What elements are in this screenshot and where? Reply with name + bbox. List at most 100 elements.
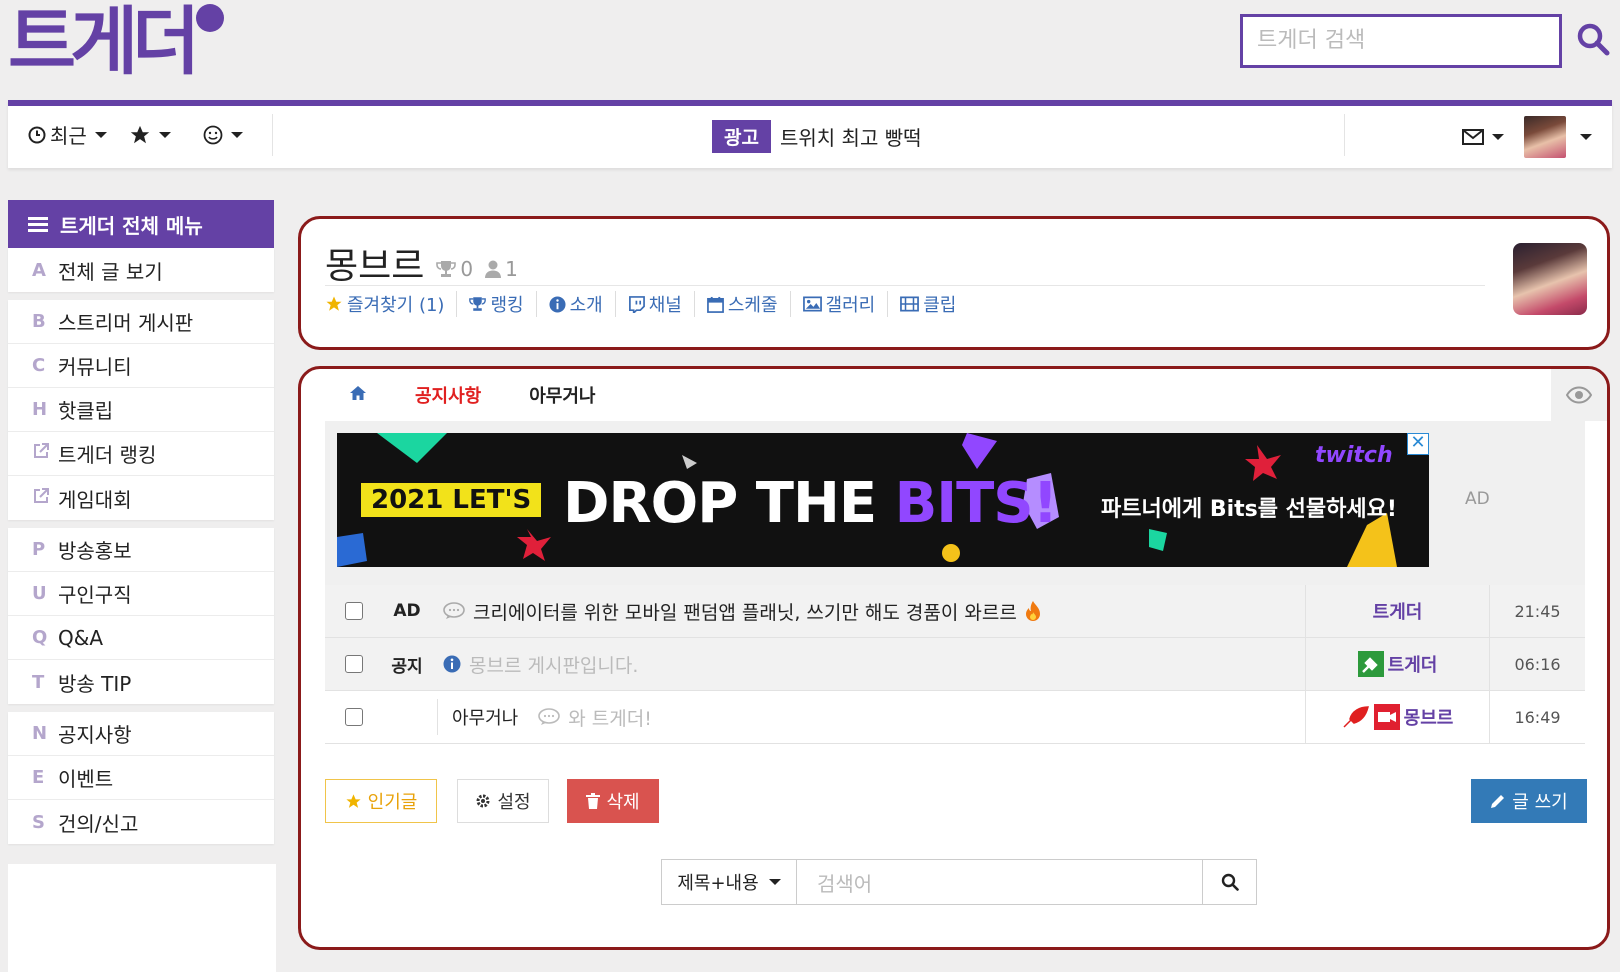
table-row[interactable]: 아무거나 와 트게더! 몽브르 16:49 [325, 691, 1585, 744]
ad-link[interactable]: 트위치 최고 빵떡 [780, 122, 922, 151]
board-menu-about[interactable]: 소개 [537, 291, 616, 317]
clock-icon [28, 126, 46, 143]
video-camera-icon [1373, 704, 1400, 730]
sidebar-item-tips[interactable]: T 방송 TIP [8, 660, 274, 704]
row-checkbox[interactable] [345, 708, 363, 726]
image-icon [802, 296, 822, 312]
twitch-logo: twitch [1315, 443, 1393, 468]
board-trophy-count: 0 [436, 257, 473, 281]
row-checkbox[interactable] [345, 602, 363, 620]
row-checkbox[interactable] [345, 655, 363, 673]
table-row[interactable]: 공지 몽브르 게시판입니다. 트게더 06:16 [325, 638, 1585, 691]
board-header-panel: 몽브르 0 1 즐겨찾기 (1) 랭킹 소개 채널 스케줄 갤러리 클립 [298, 216, 1610, 350]
board-search-button[interactable] [1203, 859, 1257, 905]
emoji-dropdown[interactable] [203, 125, 243, 145]
favorites-dropdown[interactable] [129, 124, 171, 146]
sidebar-item-promotion[interactable]: P 방송홍보 [8, 528, 274, 572]
post-author[interactable]: 트게더 [1305, 585, 1489, 637]
banner-year: 2021 LET'S [361, 483, 542, 517]
calendar-icon [706, 296, 724, 313]
sidebar-item-hot-clips[interactable]: H 핫클립 [8, 388, 274, 432]
tab-notices[interactable]: 공지사항 [391, 382, 505, 408]
view-toggle-button[interactable] [1551, 369, 1607, 421]
table-row[interactable]: AD 크리에이터를 위한 모바일 팬덤앱 플래닛, 쓰기만 해도 경품이 와르르… [325, 585, 1585, 638]
post-author[interactable]: 몽브르 [1305, 691, 1489, 743]
home-icon [350, 385, 366, 400]
board-menu-gallery[interactable]: 갤러리 [791, 291, 889, 317]
site-search-input[interactable]: 트게더 검색 [1240, 14, 1562, 68]
mail-dropdown[interactable] [1462, 129, 1504, 145]
board-menu-channel[interactable]: 채널 [616, 291, 695, 317]
post-author[interactable]: 트게더 [1305, 638, 1489, 690]
sidebar-item-report[interactable]: S 건의/신고 [8, 800, 274, 844]
recent-label: 최근 [50, 124, 87, 148]
site-logo[interactable]: 트게더 [8, 4, 224, 80]
ad-close-button[interactable]: ✕ [1407, 433, 1429, 455]
post-title: 크리에이터를 위한 모바일 팬덤앱 플래닛, 쓰기만 해도 경품이 와르르 [473, 601, 1017, 624]
sidebar: 트게더 전체 메뉴 A 전체 글 보기 B 스트리머 게시판 C 커뮤니티 H 핫클립 … [8, 200, 274, 852]
post-category: 아무거나 [452, 708, 519, 729]
ad-banner[interactable]: 2021 LET'S DROP THE BITS! 파트너에게 Bits를 선물… [337, 433, 1429, 567]
sidebar-item-tournament[interactable]: 게임대회 [8, 476, 274, 520]
trophy-icon [436, 261, 457, 277]
logo-dot [196, 4, 224, 32]
post-type: AD [393, 601, 421, 621]
board-menu: 즐겨찾기 (1) 랭킹 소개 채널 스케줄 갤러리 클립 [325, 291, 968, 317]
sidebar-item-qna[interactable]: Q Q&A [8, 616, 274, 660]
board-search-input[interactable]: 검색어 [797, 859, 1203, 905]
user-avatar [1524, 116, 1566, 158]
board-divider [325, 285, 1485, 286]
chevron-down-icon [230, 131, 243, 138]
delete-button[interactable]: 삭제 [567, 779, 659, 823]
search-icon[interactable] [1576, 22, 1610, 56]
sidebar-item-notices[interactable]: N 공지사항 [8, 712, 274, 756]
search-scope-select[interactable]: 제목+내용 [661, 859, 797, 905]
twitch-icon [628, 295, 645, 313]
sidebar-item-community[interactable]: C 커뮤니티 [8, 344, 274, 388]
recent-dropdown[interactable]: 최근 [28, 120, 107, 149]
chevron-down-icon [1580, 134, 1592, 140]
sidebar-item-all-posts[interactable]: A 전체 글 보기 [8, 248, 274, 292]
mail-icon [1462, 129, 1484, 145]
trash-icon [586, 793, 601, 809]
board-menu-favorites[interactable]: 즐겨찾기 (1) [325, 291, 458, 317]
nav-divider [1344, 114, 1345, 156]
gear-icon [476, 794, 490, 808]
chevron-down-icon [768, 879, 781, 885]
sidebar-header[interactable]: 트게더 전체 메뉴 [8, 200, 274, 248]
smile-icon [203, 125, 223, 144]
sidebar-group: N 공지사항 E 이벤트 S 건의/신고 [8, 712, 274, 844]
board-menu-clips[interactable]: 클립 [888, 291, 968, 317]
trophy-icon [469, 297, 487, 311]
write-post-button[interactable]: 글 쓰기 [1471, 779, 1587, 823]
broom-icon [1357, 651, 1384, 677]
post-time: 21:45 [1489, 585, 1585, 637]
sidebar-item-streamer-board[interactable]: B 스트리머 게시판 [8, 300, 274, 344]
external-link-icon [34, 443, 49, 458]
post-type: 공지 [391, 656, 423, 677]
chevron-down-icon [158, 131, 171, 138]
tab-home[interactable] [325, 385, 391, 406]
menu-icon [28, 217, 48, 232]
sidebar-item-ranking[interactable]: 트게더 랭킹 [8, 432, 274, 476]
film-icon [900, 296, 920, 312]
info-icon [443, 655, 461, 673]
board-menu-ranking[interactable]: 랭킹 [457, 291, 537, 317]
profile-dropdown[interactable] [1524, 116, 1592, 158]
chevron-down-icon [1492, 134, 1504, 140]
pencil-icon [1491, 795, 1505, 808]
board-search: 제목+내용 검색어 [661, 859, 1257, 905]
top-navbar: 최근 광고 트위치 최고 빵떡 [8, 100, 1612, 168]
tab-misc[interactable]: 아무거나 [505, 382, 619, 408]
sidebar-group: A 전체 글 보기 [8, 248, 274, 292]
streamer-avatar[interactable] [1513, 243, 1587, 315]
comment-icon [538, 708, 561, 725]
post-title: 와 트게더! [568, 707, 652, 730]
user-icon [485, 260, 502, 278]
sidebar-item-events[interactable]: E 이벤트 [8, 756, 274, 800]
popular-posts-button[interactable]: 인기글 [325, 779, 437, 823]
settings-button[interactable]: 설정 [457, 779, 549, 823]
board-user-count: 1 [485, 257, 518, 281]
sidebar-item-jobs[interactable]: U 구인구직 [8, 572, 274, 616]
board-menu-schedule[interactable]: 스케줄 [695, 291, 791, 317]
